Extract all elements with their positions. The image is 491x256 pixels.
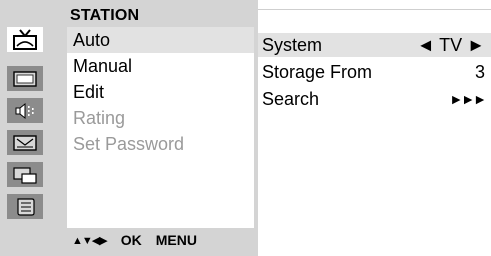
system-value[interactable]: ◄ TV ► (417, 33, 485, 57)
system-row[interactable]: System ◄ TV ► (258, 33, 491, 57)
system-label: System (262, 35, 323, 55)
menu-title: STATION (70, 7, 140, 24)
nav-arrows-icon: ▲▼◀▶ (72, 234, 108, 247)
osd-footer: ▲▼◀▶ OK MENU (72, 232, 197, 248)
setup-icon[interactable] (7, 194, 43, 219)
pip-icon[interactable] (7, 162, 43, 187)
picture-icon[interactable] (7, 66, 43, 91)
search-label: Search (262, 89, 320, 109)
search-row[interactable]: Search ►►► (258, 87, 491, 111)
menu-item-manual[interactable]: Manual (67, 53, 254, 79)
menu-item-auto[interactable]: Auto (67, 27, 254, 53)
settings-panel: System ◄ TV ► Storage From 3 Search ►►► (258, 0, 491, 256)
divider (258, 9, 491, 10)
storage-from-row[interactable]: Storage From 3 (258, 60, 491, 84)
antenna-icon[interactable] (7, 27, 43, 52)
sound-icon[interactable] (7, 98, 43, 123)
menu-item-set-password: Set Password (73, 134, 185, 154)
menu-hint: MENU (155, 232, 197, 248)
station-menu-list: Auto Manual Edit Rating Set Password (67, 27, 254, 228)
teletext-icon[interactable] (7, 130, 43, 155)
search-arrows[interactable]: ►►► (449, 87, 487, 111)
storage-from-value[interactable]: 3 (475, 60, 485, 84)
ok-hint: OK (120, 232, 142, 248)
osd-panel: STATION Auto Manual Edit Rating Set Pass… (0, 0, 258, 256)
storage-from-label: Storage From (262, 62, 373, 82)
menu-item-edit[interactable]: Edit (67, 79, 254, 105)
menu-item-rating: Rating (73, 108, 126, 128)
